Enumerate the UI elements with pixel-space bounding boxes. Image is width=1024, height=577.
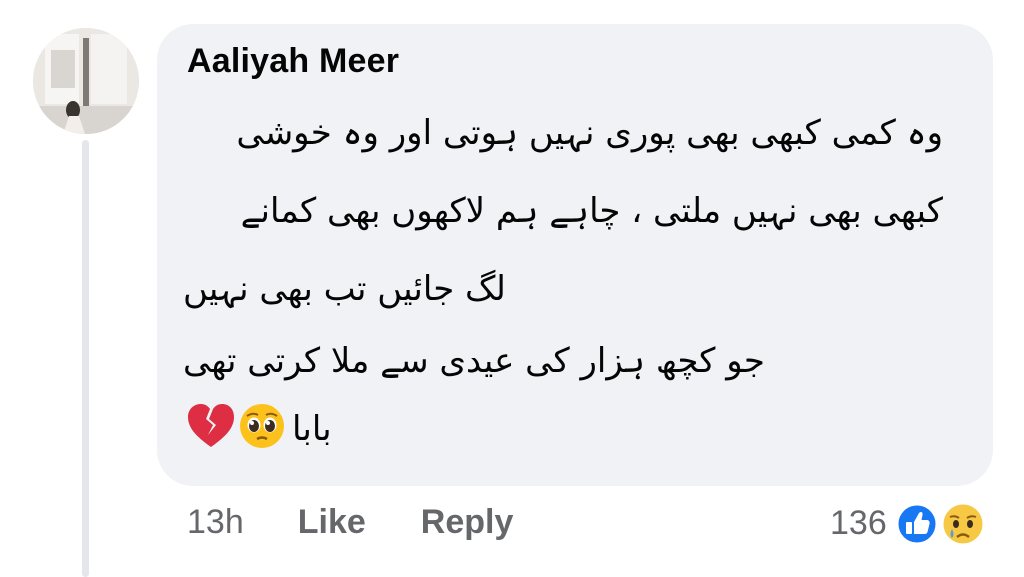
comment-text-line-3-text: لگ جائیں تب بھی نہیں — [183, 269, 506, 309]
reactions-summary[interactable]: 136 — [830, 500, 987, 547]
avatar[interactable] — [33, 28, 139, 134]
reaction-icons — [895, 500, 987, 547]
pleading-face-emoji — [238, 402, 286, 455]
comment-text-line-4: جو کچھ ہزار کی عیدی سے ملا کرتی تھی — [183, 340, 943, 381]
comment-text-line-1: وہ کمی کبھی بھی پوری نہیں ہوتی اور وہ خو… — [236, 113, 943, 153]
like-reaction-icon — [895, 502, 939, 551]
timestamp[interactable]: 13h — [187, 503, 244, 542]
reaction-count: 136 — [830, 503, 887, 542]
comment-text-line-2: کبھی بھی نہیں ملتی ، چاہے ہم لاکھوں بھی … — [240, 191, 943, 231]
like-button[interactable]: Like — [298, 503, 366, 542]
comment-text-line-5: بابا — [186, 402, 332, 455]
author-name[interactable]: Aaliyah Meer — [187, 42, 399, 81]
broken-heart-emoji — [186, 403, 236, 454]
comment-text-line-5-text: بابا — [292, 408, 332, 449]
comment-text-line-4-text: جو کچھ ہزار کی عیدی سے ملا کرتی تھی — [183, 341, 765, 381]
sad-reaction-icon — [939, 500, 987, 553]
comment-actions: 13h Like Reply — [187, 503, 513, 542]
comment-text-line-3: لگ جائیں تب بھی نہیں — [183, 268, 943, 309]
thread-line — [82, 140, 89, 577]
reply-button[interactable]: Reply — [421, 503, 514, 542]
